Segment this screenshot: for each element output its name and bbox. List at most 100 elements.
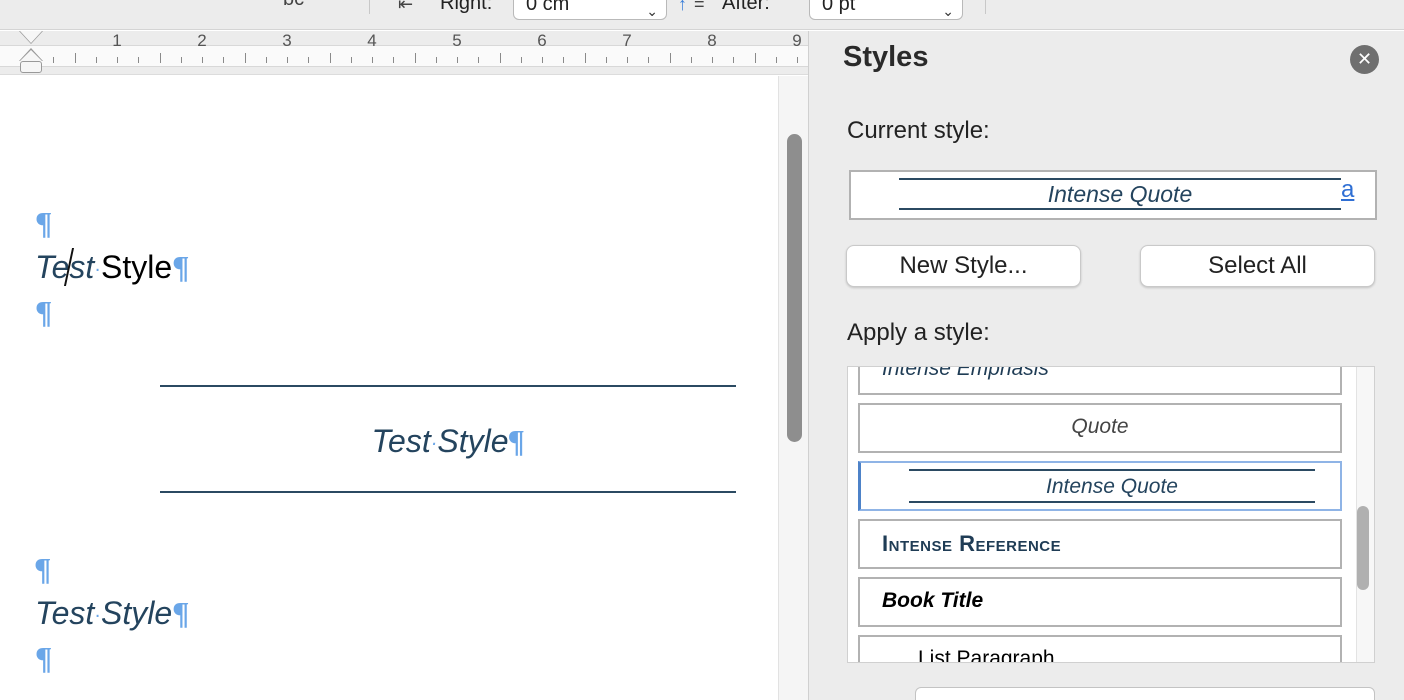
- select-all-button[interactable]: Select All: [1140, 245, 1375, 287]
- ruler-tick: [244, 53, 246, 63]
- style-list[interactable]: Intense Emphasis Quote Intense Quote Int…: [847, 366, 1375, 663]
- paragraph-word-test: Test: [35, 248, 95, 286]
- ruler-tick: [308, 57, 310, 63]
- text-cursor: [64, 248, 75, 286]
- style-item-label: Intense Reference: [882, 531, 1062, 556]
- style-item-intense-reference[interactable]: Intense Reference: [858, 519, 1342, 569]
- paragraph-test-style[interactable]: Test·Style¶: [35, 247, 189, 290]
- ruler-tick: [223, 57, 225, 63]
- current-style-label: Current style:: [847, 117, 990, 144]
- pilcrow-mark: ¶: [35, 640, 53, 676]
- list-filter-select[interactable]: [915, 687, 1375, 700]
- document-page[interactable]: ¶ Test·Style¶ ¶ Test·Style¶ ¶ Test·Style…: [0, 76, 778, 700]
- style-inspector-link[interactable]: a: [1341, 176, 1354, 204]
- ruler-number: 9: [792, 31, 802, 50]
- close-icon[interactable]: ✕: [1350, 45, 1379, 74]
- style-list-scrollbar-thumb[interactable]: [1357, 506, 1369, 590]
- ruler-tick: [202, 57, 203, 63]
- apply-style-label: Apply a style:: [847, 319, 990, 346]
- ruler-tick: [350, 57, 352, 63]
- ruler-number: 1: [112, 31, 122, 50]
- styles-pane-title: Styles: [843, 41, 929, 73]
- new-style-button[interactable]: New Style...: [846, 245, 1081, 287]
- ruler-tick: [478, 57, 480, 63]
- chevron-down-icon: ⌄: [646, 3, 658, 19]
- spacing-after-label: After:: [722, 0, 770, 14]
- style-item-label: Intense Quote: [1046, 475, 1178, 498]
- quote-word-test: Test: [371, 423, 431, 459]
- pilcrow-mark: ¶: [35, 294, 53, 330]
- spacing-lines-icon: =: [694, 0, 705, 14]
- ruler-tick: [287, 57, 288, 63]
- ruler-tick: [159, 53, 161, 63]
- ruler-tick: [563, 57, 565, 63]
- ruler-tick: [372, 57, 373, 63]
- empty-paragraph[interactable]: ¶: [35, 638, 52, 678]
- quote-rule-bottom: [909, 501, 1315, 503]
- style-item-quote[interactable]: Quote: [858, 403, 1342, 453]
- quote-word-style: Style: [437, 423, 509, 459]
- word-window: bc ⇤ Right: 0 cm ⌄ ↑ = After: 0 pt ⌄ 1 2 3…: [0, 0, 1404, 700]
- ruler-number: 3: [282, 31, 292, 50]
- emphasis-word-style: Style: [100, 595, 173, 631]
- ruler-tick: [499, 53, 501, 63]
- style-item-intense-emphasis[interactable]: Intense Emphasis: [858, 366, 1342, 395]
- ruler-tick: [393, 57, 395, 63]
- right-indent-value: 0 cm: [526, 0, 570, 15]
- style-item-intense-quote[interactable]: Intense Quote: [858, 461, 1342, 511]
- ruler-tick: [180, 57, 182, 63]
- style-item-book-title[interactable]: Book Title: [858, 577, 1342, 627]
- toolbar-fragment-text: bc: [283, 0, 304, 11]
- ruler-tick: [74, 53, 76, 63]
- intense-quote-text: Test·Style¶: [160, 421, 736, 464]
- ruler-tick: [775, 57, 777, 63]
- ruler-number: 2: [197, 31, 207, 50]
- ruler-tick: [648, 57, 650, 63]
- styles-pane: Styles ✕ Current style: Intense Quote a …: [808, 31, 1404, 700]
- paragraph-toolbar: bc ⇤ Right: 0 cm ⌄ ↑ = After: 0 pt ⌄: [0, 0, 1404, 30]
- ruler-number: 8: [707, 31, 717, 50]
- ruler-tick: [95, 57, 97, 63]
- ruler-tick: [457, 57, 458, 63]
- ruler-tick: [669, 53, 671, 63]
- chevron-down-icon: ⌄: [942, 3, 954, 19]
- space-mark: ·: [94, 604, 101, 627]
- spacing-after-value: 0 pt: [822, 0, 856, 15]
- first-line-indent-marker[interactable]: [20, 31, 42, 43]
- ruler-tick: [754, 53, 756, 63]
- toolbar-separator: [985, 0, 986, 14]
- empty-paragraph[interactable]: ¶: [35, 292, 52, 332]
- ruler-tick: [414, 53, 416, 63]
- ruler-tick: [733, 57, 735, 63]
- paragraph-word-style: Style: [100, 249, 173, 285]
- paragraph-emphasis[interactable]: Test·Style¶: [35, 593, 189, 636]
- ruler-tick: [627, 57, 628, 63]
- style-item-label: Quote: [1071, 415, 1129, 438]
- pilcrow-mark: ¶: [35, 551, 51, 587]
- document-scrollbar-thumb[interactable]: [787, 134, 802, 442]
- spacing-after-select[interactable]: 0 pt ⌄: [809, 0, 963, 20]
- pilcrow-mark: ¶: [172, 249, 190, 285]
- ruler-tick: [435, 57, 437, 63]
- right-indent-label: Right:: [440, 0, 493, 14]
- pilcrow-mark: ¶: [172, 595, 190, 631]
- ruler-tick: [605, 57, 607, 63]
- empty-paragraph[interactable]: ¶: [35, 203, 52, 243]
- right-indent-select[interactable]: 0 cm ⌄: [513, 0, 667, 20]
- intense-quote-paragraph[interactable]: Test·Style¶: [160, 385, 736, 493]
- left-indent-marker[interactable]: [20, 61, 42, 73]
- space-mark: ·: [94, 258, 101, 281]
- right-indent-icon: ⇤: [398, 0, 414, 14]
- style-item-label: Book Title: [882, 589, 984, 612]
- horizontal-ruler[interactable]: 1 2 3 4 5 6 7 8 9: [0, 31, 808, 75]
- style-item-list-paragraph[interactable]: List Paragraph: [858, 635, 1342, 662]
- current-style-preview: Intense Quote a: [849, 170, 1377, 220]
- ruler-tick: [542, 57, 543, 63]
- style-item-label: Intense Emphasis: [882, 366, 1049, 380]
- ruler-number: 5: [452, 31, 462, 50]
- hanging-indent-marker[interactable]: [20, 50, 42, 61]
- empty-paragraph[interactable]: ¶: [35, 549, 51, 589]
- ruler-tick: [329, 53, 331, 63]
- quote-rule-bottom: [899, 208, 1341, 210]
- ruler-number: 6: [537, 31, 547, 50]
